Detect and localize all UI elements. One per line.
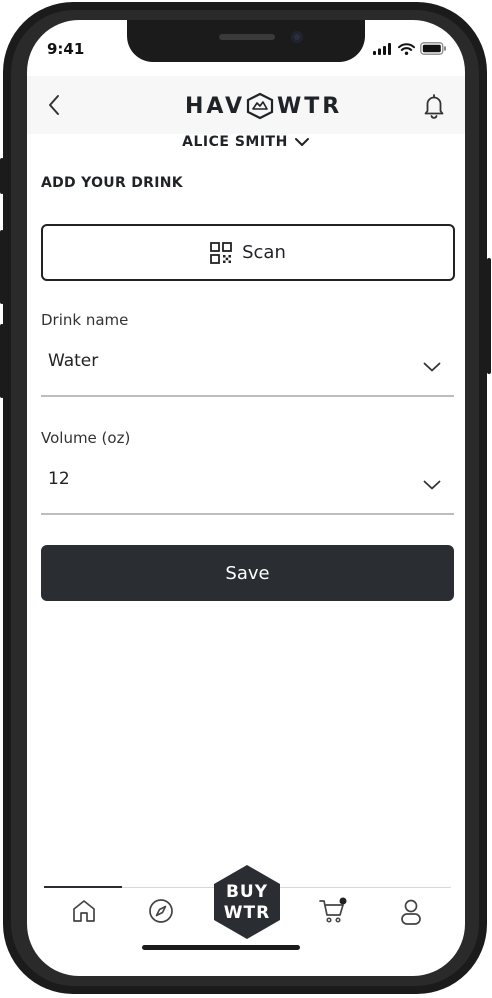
home-icon[interactable] bbox=[71, 898, 97, 924]
battery-icon bbox=[420, 42, 446, 55]
volume-underline bbox=[41, 513, 454, 515]
chevron-down-icon[interactable] bbox=[423, 362, 441, 372]
cart-icon[interactable] bbox=[318, 896, 350, 926]
drink-name-underline bbox=[41, 395, 454, 397]
wtr-label: WTR bbox=[223, 903, 271, 923]
chevron-down-icon[interactable] bbox=[423, 480, 441, 490]
save-button[interactable]: Save bbox=[41, 545, 454, 601]
volume-label: Volume (oz) bbox=[41, 429, 131, 447]
user-selector[interactable]: ALICE SMITH bbox=[27, 134, 465, 150]
notch bbox=[127, 20, 365, 62]
volume-select[interactable]: 12 bbox=[48, 469, 70, 489]
profile-icon[interactable] bbox=[398, 898, 424, 926]
bell-icon[interactable] bbox=[423, 93, 445, 119]
hexagon-badge-icon bbox=[214, 865, 280, 939]
power-button bbox=[487, 258, 491, 374]
status-icons bbox=[373, 42, 447, 55]
scan-button[interactable]: Scan bbox=[41, 224, 455, 281]
user-name: ALICE SMITH bbox=[182, 134, 288, 150]
compass-icon[interactable] bbox=[148, 898, 174, 924]
logo-text-right: WTR bbox=[276, 93, 343, 119]
app-logo: HAV WTR bbox=[185, 92, 342, 120]
status-time: 9:41 bbox=[47, 40, 85, 58]
scan-label: Scan bbox=[242, 242, 286, 263]
chevron-down-icon bbox=[294, 138, 309, 146]
back-arrow-icon[interactable] bbox=[47, 94, 61, 116]
home-indicator bbox=[142, 945, 300, 950]
logo-text-left: HAV bbox=[185, 93, 245, 119]
buy-wtr-button[interactable]: BUY WTR bbox=[211, 863, 283, 941]
speaker bbox=[219, 34, 275, 40]
tab-active-indicator bbox=[44, 886, 122, 888]
signal-icon bbox=[373, 42, 391, 55]
drink-name-label: Drink name bbox=[41, 311, 129, 329]
drink-name-select[interactable]: Water bbox=[48, 351, 98, 371]
qr-code-icon bbox=[210, 241, 233, 264]
logo-mountain-icon bbox=[246, 92, 274, 120]
phone-screen: 9:41 HAV WTR ALICE SMITH ADD YOUR DRINK … bbox=[27, 20, 465, 976]
buy-label: BUY bbox=[225, 882, 269, 902]
wifi-icon bbox=[398, 42, 415, 55]
front-camera bbox=[291, 31, 303, 43]
page-title: ADD YOUR DRINK bbox=[41, 175, 183, 191]
